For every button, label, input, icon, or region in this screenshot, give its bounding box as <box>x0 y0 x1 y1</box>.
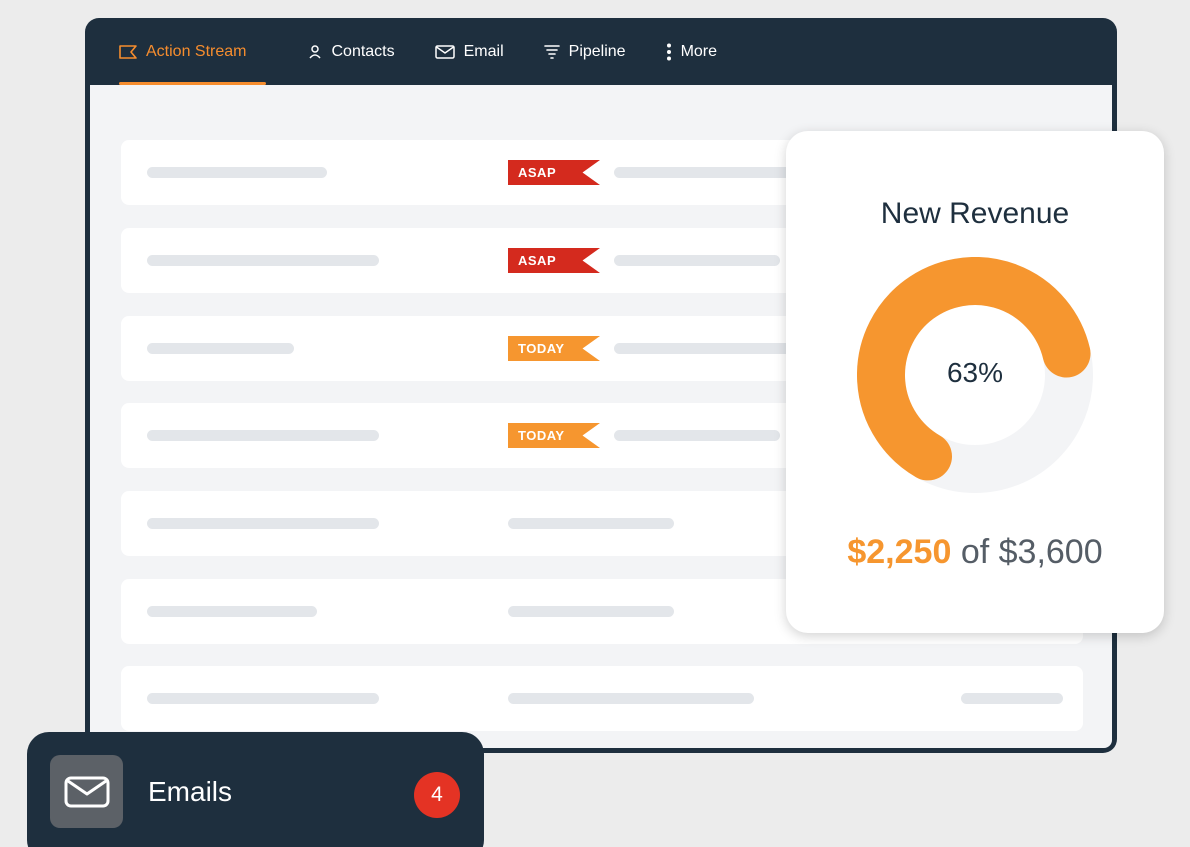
nav-label: More <box>680 42 718 60</box>
placeholder-bar <box>614 430 780 441</box>
envelope-icon <box>50 755 123 828</box>
placeholder-bar <box>147 167 327 178</box>
placeholder-bar <box>147 518 379 529</box>
placeholder-bar <box>508 693 754 704</box>
stage: Action Stream Contacts Email Pipeline Mo… <box>0 0 1190 847</box>
emails-notification[interactable]: Emails 4 <box>27 732 484 847</box>
nav-label: Contacts <box>331 42 395 60</box>
funnel-icon <box>543 44 560 60</box>
placeholder-bar <box>147 343 294 354</box>
nav-pipeline[interactable]: Pipeline <box>543 18 626 85</box>
amount-of: of <box>960 533 990 571</box>
priority-flag: TODAY <box>508 336 600 361</box>
placeholder-bar <box>147 255 379 266</box>
nav-email[interactable]: Email <box>434 18 504 85</box>
placeholder-bar <box>614 255 780 266</box>
envelope-icon <box>434 44 455 59</box>
placeholder-bar <box>508 518 674 529</box>
nav-contacts[interactable]: Contacts <box>308 18 395 85</box>
flag-icon <box>119 44 137 59</box>
priority-flag: ASAP <box>508 248 600 273</box>
task-row[interactable] <box>121 666 1083 731</box>
kebab-icon <box>666 43 672 61</box>
nav-action-stream[interactable]: Action Stream <box>119 18 268 85</box>
placeholder-bar <box>147 693 379 704</box>
priority-flag: ASAP <box>508 160 600 185</box>
total-amount: $3,600 <box>998 533 1103 571</box>
new-revenue-card: New Revenue 63% $2,250 of $3,600 <box>786 131 1164 633</box>
emails-label: Emails <box>148 776 233 807</box>
revenue-amount: $2,250 of $3,600 <box>786 533 1164 572</box>
priority-flag: TODAY <box>508 423 600 448</box>
nav-label: Action Stream <box>146 42 247 60</box>
placeholder-bar <box>147 430 379 441</box>
placeholder-bar <box>614 343 814 354</box>
current-amount: $2,250 <box>847 533 952 571</box>
unread-count-badge: 4 <box>414 772 460 818</box>
placeholder-bar <box>614 167 814 178</box>
percent-label: 63% <box>946 357 1004 388</box>
nav-more[interactable]: More <box>666 18 717 85</box>
placeholder-bar <box>961 693 1063 704</box>
placeholder-bar <box>508 606 674 617</box>
person-icon <box>308 44 322 60</box>
top-nav: Action Stream Contacts Email Pipeline Mo… <box>85 18 1117 85</box>
placeholder-bar <box>147 606 317 617</box>
card-title: New Revenue <box>880 197 1070 230</box>
nav-label: Email <box>463 42 504 60</box>
nav-label: Pipeline <box>568 42 626 60</box>
